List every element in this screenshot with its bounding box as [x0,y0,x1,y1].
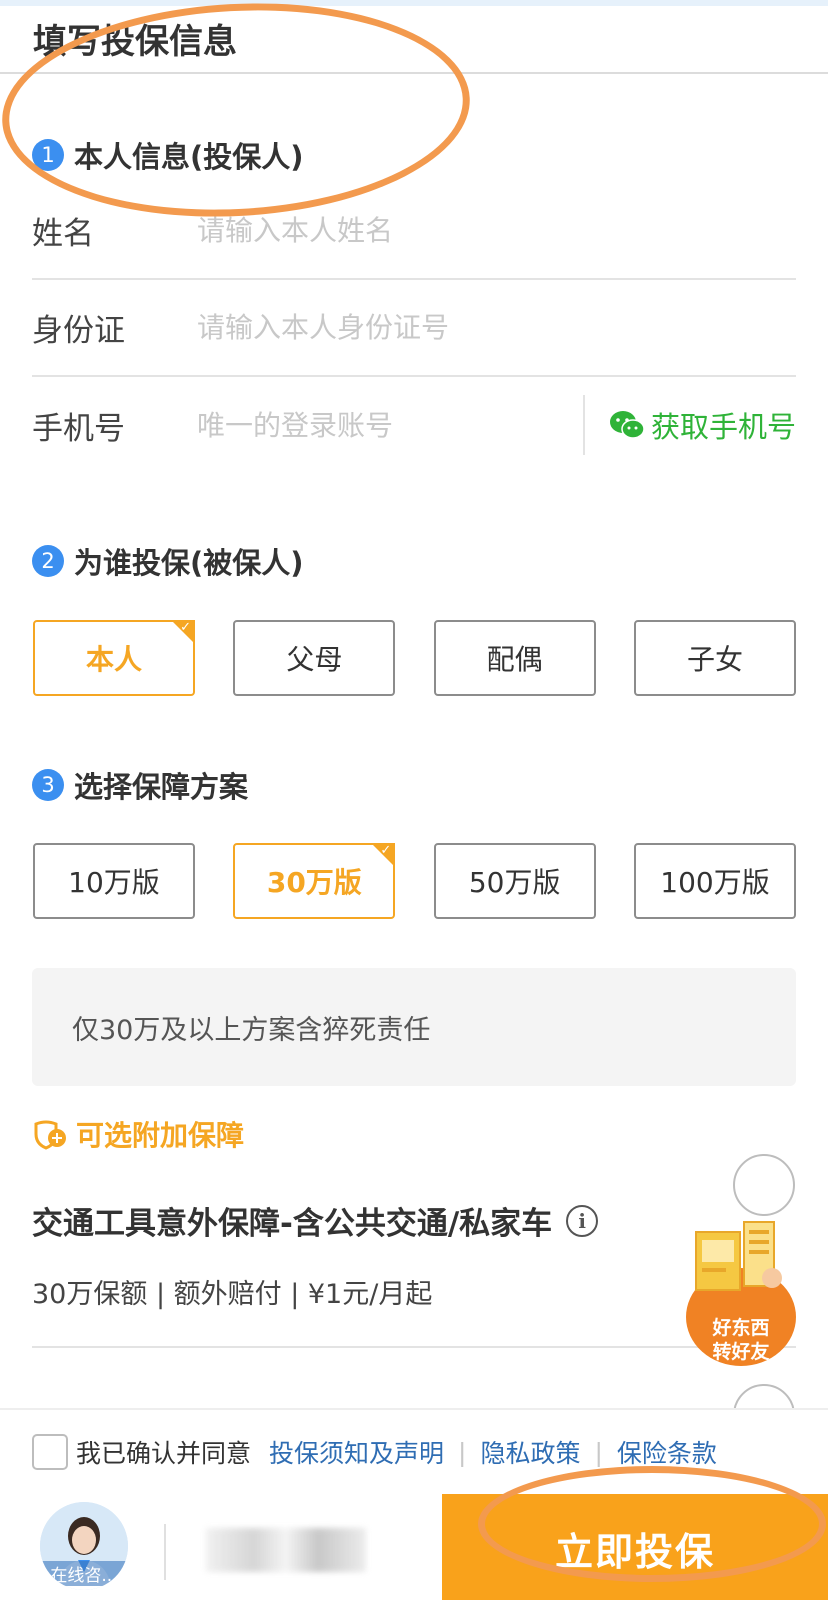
insured-options: 本人 ✓ 父母 配偶 子女 [33,620,796,696]
info-icon[interactable]: i [566,1204,599,1237]
option-label: 父母 [286,643,343,676]
id-input[interactable] [197,310,796,344]
phone-input[interactable] [197,408,583,442]
step-number: 2 [32,545,64,577]
agree-checkbox[interactable] [32,1434,68,1470]
insured-option-children[interactable]: 子女 [633,620,796,696]
plan-option-30w[interactable]: 30万版 ✓ [233,843,396,919]
price-blurred [206,1528,366,1572]
option-label: 10万版 [68,866,160,899]
insured-option-spouse[interactable]: 配偶 [433,620,596,696]
option-label: 子女 [686,643,743,676]
share-label: 好东西 转好友 [686,1316,796,1364]
link-privacy[interactable]: 隐私政策 [480,1434,580,1470]
option-label: 30万版 [266,866,362,899]
share-line1: 好东西 [712,1317,770,1339]
section1-header: 1 本人信息(投保人) [32,134,304,176]
shield-plus-icon [34,1120,66,1150]
bottom-divider [164,1524,166,1580]
section3-header: 3 选择保障方案 [32,764,248,806]
share-float-button[interactable]: 好东西 转好友 [686,1218,798,1368]
plan-note: 仅30万及以上方案含猝死责任 [32,968,796,1086]
plan-option-100w[interactable]: 100万版 [633,843,796,919]
link-separator: | [594,1437,603,1467]
insured-option-self[interactable]: 本人 ✓ [33,620,195,696]
option-label: 50万版 [468,866,561,899]
step-number: 3 [32,769,64,801]
consult-label: 在线咨... [40,1561,128,1586]
addon-divider [32,1346,796,1348]
get-phone-label: 获取手机号 [650,410,796,444]
link-separator: | [458,1437,467,1467]
addon-item-subtitle: 30万保额 | 额外赔付 | ¥1元/月起 [32,1279,433,1310]
plan-options: 10万版 30万版 ✓ 50万版 100万版 [33,843,796,919]
name-input[interactable] [197,213,796,247]
name-label: 姓名 [32,215,94,252]
section2-header: 2 为谁投保(被保人) [32,540,304,582]
title-divider [0,72,828,74]
name-row: 姓名 [32,182,796,280]
check-icon: ✓ [380,843,392,858]
top-strip [0,0,828,6]
addon-header: 可选附加保障 [32,1114,244,1154]
agree-text: 我已确认并同意 [76,1439,252,1468]
link-notice[interactable]: 投保须知及声明 [269,1434,444,1470]
buy-now-button[interactable]: 立即投保 [442,1494,828,1600]
plan-option-50w[interactable]: 50万版 [433,843,596,919]
check-icon: ✓ [180,620,191,635]
plan-option-10w[interactable]: 10万版 [33,843,195,919]
addon-select-toggle[interactable] [733,1154,795,1216]
section1-title: 本人信息(投保人) [74,140,304,174]
get-phone-button[interactable]: 获取手机号 [609,404,796,446]
section3-title: 选择保障方案 [74,770,249,804]
addon-title-text: 交通工具意外保障-含公共交通/私家车 [32,1206,553,1242]
section2-title: 为谁投保(被保人) [74,546,304,580]
wechat-icon [609,411,645,439]
link-terms[interactable]: 保险条款 [617,1434,717,1470]
addon-item-title: 交通工具意外保障-含公共交通/私家车 i [32,1198,599,1243]
page-title: 填写投保信息 [33,22,237,62]
phone-row: 手机号 获取手机号 [32,376,796,474]
agreement-row: 我已确认并同意 投保须知及声明 | 隐私政策 | 保险条款 [32,1434,717,1470]
step-number: 1 [32,139,64,171]
option-label: 配偶 [486,643,543,676]
id-label: 身份证 [32,312,125,349]
share-line2: 转好友 [712,1341,770,1363]
option-label: 本人 [85,643,142,676]
consult-avatar[interactable]: 在线咨... [40,1502,128,1590]
option-label: 100万版 [660,866,770,899]
gift-cards-icon [695,1221,782,1291]
id-row: 身份证 [32,279,796,377]
addon-header-label: 可选附加保障 [76,1119,245,1152]
phone-label: 手机号 [32,410,125,447]
bottom-bar: 我已确认并同意 投保须知及声明 | 隐私政策 | 保险条款 在线咨... 立即投… [0,1408,828,1600]
insured-option-parents[interactable]: 父母 [233,620,396,696]
phone-divider [582,395,585,455]
